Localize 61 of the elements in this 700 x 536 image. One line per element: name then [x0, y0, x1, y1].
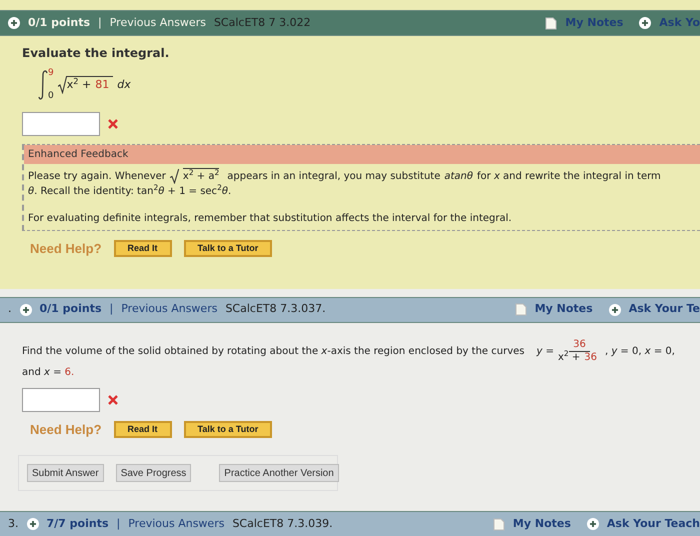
ask-teacher-link[interactable]: Ask Your Teach — [606, 516, 700, 532]
feedback-text: θ. Recall the identity: tan$^{2}$θ + 1 = sec$^{2}$θ. — [28, 186, 232, 197]
previous-answers-link[interactable]: Previous Answers — [121, 301, 218, 318]
math-term: , y = 0, x = 0, — [604, 345, 675, 359]
question-text: Find the volume of the solid obtained by rotating about the x-axis the region enclosed by the curves — [22, 345, 524, 359]
plus-icon[interactable] — [608, 304, 621, 316]
feedback-text: appears in an integral, you may substitute — [227, 170, 440, 184]
radical-sign-icon — [58, 76, 67, 94]
previous-answers-link[interactable]: Previous Answers — [110, 14, 206, 32]
feedback-text: for x and rewrite the integral in term — [477, 170, 661, 184]
separator-text: | — [110, 301, 114, 318]
question-number: 3. — [8, 516, 18, 532]
my-notes-link[interactable]: My Notes — [534, 301, 593, 318]
feedback-title: Enhanced Feedback — [24, 145, 700, 164]
note-icon — [514, 303, 527, 316]
answer-field[interactable] — [22, 112, 100, 136]
problem-code: SCalcET8 7 3.022 — [214, 14, 311, 31]
integral-sign-icon — [38, 70, 48, 100]
integral-expression: 9 0 x$^{2}$ + 81 dx — [38, 66, 678, 104]
feedback-text: Please try again. Whenever — [28, 170, 166, 184]
question-prompt: Evaluate the integral. — [22, 45, 170, 62]
help-button[interactable]: Read It — [114, 420, 172, 438]
help-button[interactable]: Read It — [114, 240, 172, 258]
question-number: . — [8, 301, 12, 318]
problem-code: SCalcET8 7.3.037. — [225, 301, 326, 318]
plus-icon[interactable] — [8, 17, 20, 29]
number-value: 36 — [584, 352, 597, 363]
ask-teacher-link[interactable]: Ask Your Te — [628, 301, 700, 318]
answer-field[interactable] — [22, 388, 100, 412]
plus-icon[interactable] — [20, 304, 32, 316]
need-help-label: Need Help? — [30, 240, 102, 258]
math-term: and x = — [22, 366, 62, 378]
math-term: x$^{2}$ + — [66, 78, 92, 92]
number-value: 81 — [95, 78, 110, 92]
plus-icon[interactable] — [26, 518, 38, 530]
math-term: atanθ — [444, 170, 474, 184]
feedback-text: For evaluating definite integrals, remember that substitution affects the interval for the integral. — [28, 213, 512, 224]
my-notes-link[interactable]: My Notes — [512, 516, 571, 532]
number-value: 6. — [64, 366, 74, 378]
help-button[interactable]: Talk to a Tutor — [184, 240, 272, 258]
previous-answers-link[interactable]: Previous Answers — [128, 516, 224, 532]
math-term: x$^{2}$ + — [558, 352, 580, 363]
problem-code: SCalcET8 7.3.039. — [232, 516, 333, 532]
need-help-label: Need Help? — [30, 420, 102, 439]
plus-icon[interactable] — [639, 17, 652, 29]
separator-text: | — [98, 14, 102, 31]
radical-sign-icon — [170, 168, 179, 184]
points-label: 0/1 points — [28, 14, 90, 31]
plus-icon[interactable] — [586, 518, 599, 530]
action-button[interactable]: Practice Another Version — [219, 464, 339, 482]
note-icon — [545, 16, 558, 30]
action-button[interactable]: Save Progress — [116, 464, 192, 482]
points-label: 0/1 points — [40, 301, 102, 318]
action-button[interactable]: Submit Answer — [27, 464, 104, 482]
help-button[interactable]: Talk to a Tutor — [184, 420, 272, 438]
separator-text: | — [116, 516, 120, 532]
math-term: x$^{2}$ + a$^{2}$ — [182, 168, 220, 184]
math-term: y = — [536, 345, 554, 359]
note-icon — [492, 518, 505, 530]
fraction: 36 x$^{2}$ + 36 — [558, 338, 598, 364]
points-label: 7/7 points — [46, 516, 108, 532]
